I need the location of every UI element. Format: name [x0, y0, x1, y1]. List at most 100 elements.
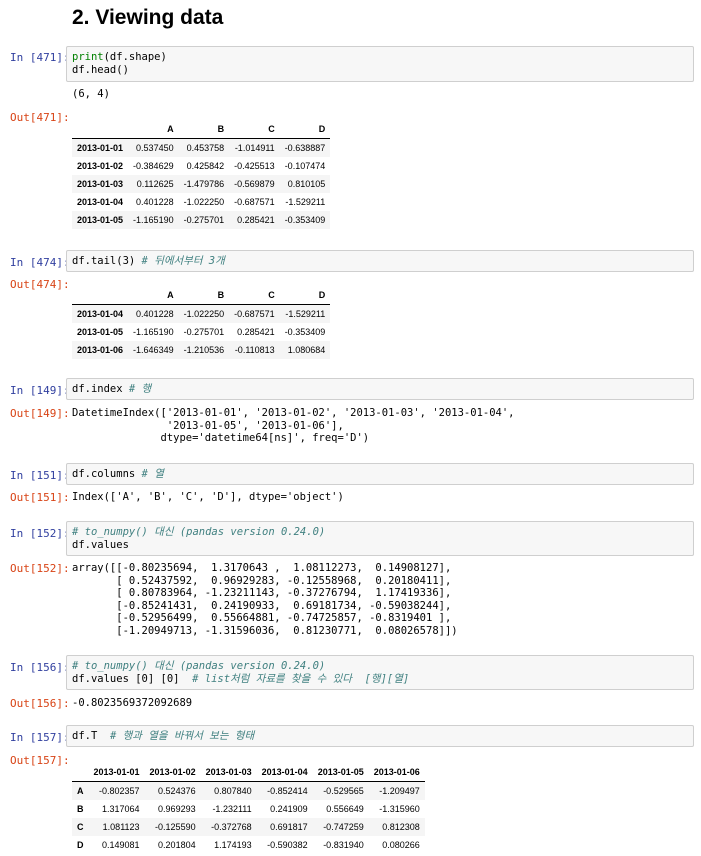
row-index: 2013-01-05: [77, 215, 124, 225]
table-cell: -1.315960: [379, 804, 420, 814]
output-prompt: Out[474]:: [10, 278, 70, 291]
table-cell: 1.174193: [214, 840, 252, 850]
table-row: C 1.081123 -0.125590 -0.372768 0.691817 -0.74…: [72, 818, 425, 836]
table-cell: -0.852414: [267, 786, 308, 796]
table-cell: -0.372768: [211, 822, 252, 832]
table-cell: 1.317064: [102, 804, 140, 814]
table-cell: 0.691817: [270, 822, 308, 832]
table-row: 2013-01-05 -1.165190 -0.275701 0.285421 -0.3…: [72, 211, 331, 229]
column-header: 2013-01-06: [368, 763, 425, 782]
table-cell: -1.646349: [133, 345, 174, 355]
table-row: A -0.802357 0.524376 0.807840 -0.852414 -0.52…: [72, 781, 425, 800]
table-cell: -1.014911: [234, 143, 275, 153]
code-text: df.T: [72, 730, 98, 742]
table-cell: 0.401228: [136, 309, 174, 319]
table-row: B 1.317064 0.969293 -1.232111 0.241909 0.5566…: [72, 800, 425, 818]
table-cell: 0.285421: [237, 327, 275, 337]
output-prompt: Out[157]:: [10, 754, 70, 767]
code-line: print(df.shape): [72, 51, 167, 63]
column-header: [72, 286, 129, 305]
table-row: 2013-01-06 -1.646349 -1.210536 -0.110813 1.0…: [72, 341, 331, 359]
table-cell: 0.807840: [214, 786, 252, 796]
table-cell: 0.112625: [136, 179, 174, 189]
code-text: df.values [0] [0]: [72, 672, 180, 685]
dataframe-table: A B C D 2013-01-04 0.401228 -1.022250 -0.687571…: [72, 286, 331, 359]
table-cell: -1.529211: [285, 197, 326, 207]
table-cell: 1.081123: [102, 822, 140, 832]
table-cell: -1.165190: [133, 215, 174, 225]
table-cell: -1.022250: [183, 197, 225, 207]
table-cell: 0.453758: [186, 143, 225, 153]
column-header: [72, 763, 89, 782]
table-cell: 0.080266: [382, 840, 420, 850]
table-cell: 0.556649: [326, 804, 364, 814]
table-cell: 0.401228: [136, 197, 174, 207]
input-prompt: In [152]:: [10, 527, 70, 540]
code-text: df.tail(3): [72, 255, 136, 267]
table-row: D 0.149081 0.201804 1.174193 -0.590382 -0.831…: [72, 836, 425, 854]
table-row: 2013-01-05 -1.165190 -0.275701 0.285421 -0.3…: [72, 323, 330, 341]
code-cell-151[interactable]: df.columns # 열: [66, 463, 694, 485]
dataframe-table: 2013-01-01 2013-01-02 2013-01-03 2013-01-04…: [72, 763, 425, 854]
table-cell: -1.022250: [183, 309, 225, 319]
code-comment: # 뒤에서부터 3개: [141, 255, 225, 267]
table-cell: 0.810105: [287, 179, 326, 189]
row-index: 2013-01-03: [77, 179, 124, 189]
code-cell-149[interactable]: df.index # 행: [66, 378, 694, 400]
column-header: A: [128, 120, 179, 139]
table-cell: -0.638887: [284, 143, 326, 153]
table-cell: -0.275701: [183, 215, 225, 225]
table-cell: 0.812308: [382, 822, 420, 832]
table-cell: -1.210536: [183, 345, 225, 355]
table-row: 2013-01-04 0.401228 -1.022250 -0.687571 -1.5…: [72, 304, 331, 323]
input-prompt: In [157]:: [10, 731, 70, 744]
column-header: 2013-01-01: [88, 763, 145, 782]
code-cell-471[interactable]: print(df.shape) df.head(): [66, 46, 694, 82]
code-cell-474[interactable]: df.tail(3) # 뒤에서부터 3개: [66, 250, 694, 272]
table-cell: 0.425842: [186, 161, 225, 171]
code-text: df.columns: [72, 468, 136, 480]
column-header: [72, 120, 129, 139]
row-index: B: [77, 804, 84, 814]
output-text: DatetimeIndex(['2013-01-01', '2013-01-02…: [72, 407, 515, 444]
input-prompt: In [149]:: [10, 384, 70, 397]
table-cell: -0.275701: [183, 327, 225, 337]
column-header: B: [178, 120, 230, 139]
table-cell: 0.524376: [158, 786, 196, 796]
table-cell: -0.529565: [323, 786, 364, 796]
table-cell: 0.969293: [158, 804, 196, 814]
code-comment: # list처럼 자료를 찾을 수 있다 [행][열]: [192, 672, 410, 685]
code-comment: # 행: [128, 383, 152, 395]
table-cell: 0.285421: [237, 215, 275, 225]
table-cell: -0.425513: [234, 161, 275, 171]
input-prompt: In [474]:: [10, 256, 70, 269]
table-cell: -0.125590: [155, 822, 196, 832]
output-prompt: Out[149]:: [10, 407, 70, 420]
code-text: df.index: [72, 383, 123, 395]
table-cell: -0.353409: [284, 327, 326, 337]
row-index: 2013-01-01: [77, 143, 124, 153]
table-cell: -0.107474: [284, 161, 326, 171]
column-header: 2013-01-03: [200, 763, 257, 782]
column-header: 2013-01-05: [312, 763, 369, 782]
output-prompt: Out[471]:: [10, 111, 70, 124]
output-prompt: Out[156]:: [10, 697, 70, 710]
row-index: 2013-01-04: [77, 309, 124, 319]
table-cell: -1.232111: [212, 804, 252, 814]
dataframe-table: A B C D 2013-01-01 0.537450 0.453758 -1.014911-…: [72, 120, 331, 229]
code-cell-156[interactable]: # to_numpy() 대신 (pandas version 0.24.0) …: [66, 655, 694, 690]
table-cell: -1.165190: [133, 327, 174, 337]
row-index: 2013-01-04: [77, 197, 124, 207]
section-heading: 2. Viewing data: [72, 6, 224, 29]
table-row: 2013-01-02 -0.384629 0.425842 -0.425513 -0.1…: [72, 157, 330, 175]
code-cell-157[interactable]: df.T # 행과 열을 바꿔서 보는 형태: [66, 725, 694, 747]
output-prompt: Out[151]:: [10, 491, 70, 504]
row-index: 2013-01-02: [77, 161, 124, 171]
code-comment: # 열: [141, 468, 164, 480]
row-index: 2013-01-05: [77, 327, 124, 337]
column-header: D: [279, 120, 331, 139]
code-cell-152[interactable]: # to_numpy() 대신 (pandas version 0.24.0) …: [66, 521, 694, 556]
table-cell: -0.384629: [133, 161, 174, 171]
column-header: D: [279, 286, 331, 305]
output-text: array([[-0.80235694, 1.3170643 , 1.08112…: [72, 562, 458, 637]
